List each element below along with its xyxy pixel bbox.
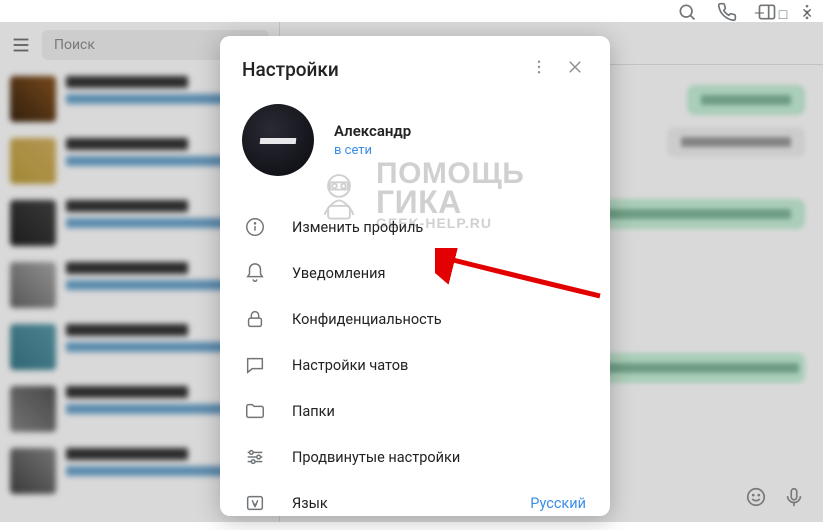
language-icon — [244, 492, 266, 514]
window-min-icon[interactable]: — — [754, 6, 765, 23]
profile-status: в сети — [334, 143, 411, 158]
settings-item-notifications[interactable]: Уведомления — [220, 250, 610, 296]
profile-avatar[interactable] — [242, 104, 314, 176]
bell-icon — [244, 262, 266, 284]
sliders-icon — [244, 446, 266, 468]
settings-label: Настройки чатов — [292, 357, 586, 374]
profile-block: Александр в сети — [220, 94, 610, 200]
close-icon[interactable] — [562, 54, 588, 84]
info-icon — [244, 216, 266, 238]
settings-label: Язык — [292, 495, 504, 512]
settings-item-language[interactable]: Язык Русский — [220, 480, 610, 526]
settings-modal: Настройки Александр в сети Изменить проф… — [220, 36, 610, 516]
modal-title: Настройки — [242, 58, 516, 81]
folder-icon — [244, 400, 266, 422]
settings-item-edit-profile[interactable]: Изменить профиль — [220, 204, 610, 250]
window-close-icon[interactable]: ✕ — [801, 6, 813, 23]
modal-header: Настройки — [220, 42, 610, 94]
settings-item-folders[interactable]: Папки — [220, 388, 610, 434]
lock-icon — [244, 308, 266, 330]
settings-item-chat-settings[interactable]: Настройки чатов — [220, 342, 610, 388]
settings-item-privacy[interactable]: Конфиденциальность — [220, 296, 610, 342]
settings-item-advanced[interactable]: Продвинутые настройки — [220, 434, 610, 480]
settings-list: Изменить профиль Уведомления Конфиденциа… — [220, 200, 610, 530]
settings-label: Изменить профиль — [292, 219, 586, 236]
chat-icon — [244, 354, 266, 376]
kebab-icon[interactable] — [526, 54, 552, 84]
window-max-icon[interactable]: □ — [779, 6, 787, 23]
settings-label: Конфиденциальность — [292, 311, 586, 328]
settings-label: Продвинутые настройки — [292, 449, 586, 466]
settings-value: Русский — [530, 495, 586, 512]
settings-label: Уведомления — [292, 265, 586, 282]
profile-name: Александр — [334, 122, 411, 140]
settings-label: Папки — [292, 403, 586, 420]
